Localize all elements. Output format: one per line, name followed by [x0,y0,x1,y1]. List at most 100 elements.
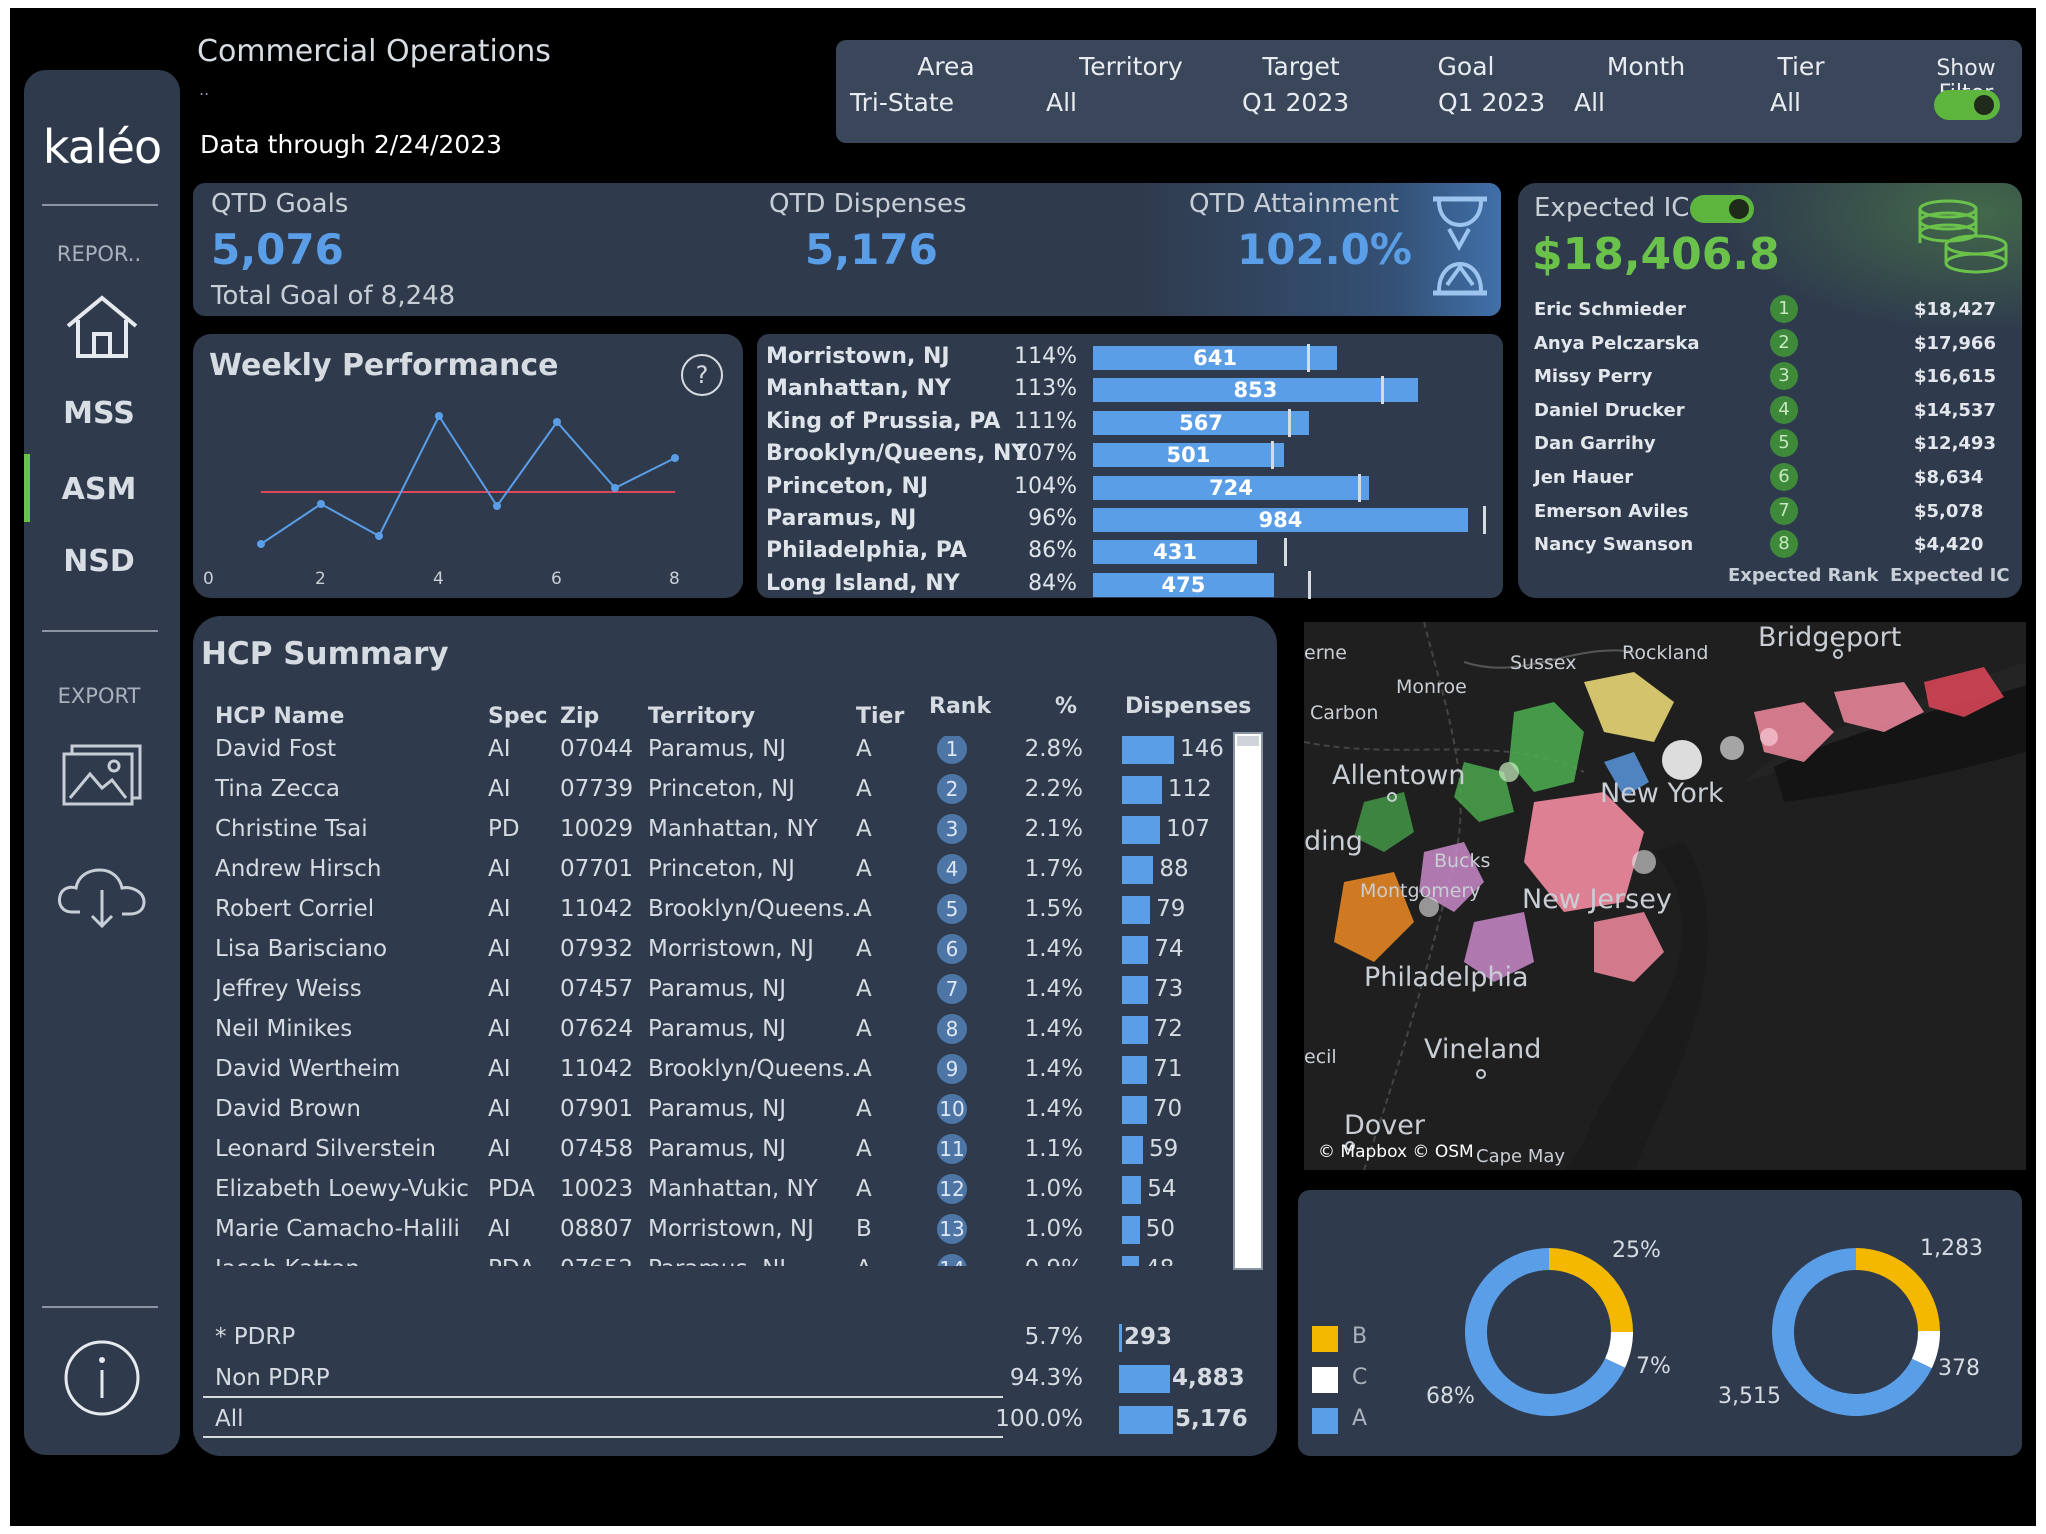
hcp-pct: 1.4% [1024,1096,1083,1122]
territory-row[interactable]: Philadelphia, PA 86% 431 [757,536,1497,568]
hcp-summary-title: HCP Summary [201,636,449,672]
col-spec[interactable]: Spec [488,704,548,729]
table-row[interactable]: Tina Zecca AI 07739 Princeton, NJ A 2 2.2% 112 [193,774,1233,816]
expected-ic-toggle[interactable] [1690,195,1754,223]
territory-row[interactable]: Brooklyn/Queens, NY 107% 501 [757,439,1497,471]
hcp-spec: AI [488,1136,511,1162]
subtitle-dots: .. [199,80,210,99]
hcp-zip: 10023 [560,1176,634,1202]
col-zip[interactable]: Zip [560,704,599,729]
x-tick-label: 0 [203,569,214,589]
data-point [375,532,383,540]
filter-month-value[interactable]: All [1574,88,1605,117]
ic-amount: $8,634 [1914,467,1984,488]
ic-row[interactable]: Emerson Aviles 7 $5,078 [1534,496,2022,529]
ic-row[interactable]: Eric Schmieder 1 $18,427 [1534,295,2022,327]
hcp-table-body: David Fost AI 07044 Paramus, NJ A 1 2.8% 146 Tin… [193,736,1233,1266]
territory-row[interactable]: Morristown, NJ 114% 641 [757,342,1497,374]
ic-amount: $5,078 [1914,500,1984,522]
show-filter-toggle[interactable] [1934,90,2000,120]
table-row[interactable]: Neil Minikes AI 07624 Paramus, NJ A 8 1.4% 72 [193,1014,1233,1056]
territory-row[interactable]: King of Prussia, PA 111% 567 [757,407,1497,439]
ic-row[interactable]: Daniel Drucker 4 $14,537 [1534,395,2022,428]
ic-row[interactable]: Missy Perry 3 $16,615 [1534,362,2022,394]
col-tier[interactable]: Tier [856,704,904,729]
image-export-icon[interactable] [60,742,144,808]
territory-bar: 501 [1093,443,1284,468]
sidebar: kaléo REPOR.. MSS ASM NSD EXPORT [24,70,180,1455]
right-donut-label-c: 378 [1938,1356,1980,1381]
hcp-dispenses: 59 [1149,1136,1179,1162]
table-row[interactable]: David Brown AI 07901 Paramus, NJ A 10 1.4% 70 [193,1094,1233,1136]
table-row[interactable]: Jeffrey Weiss AI 07457 Paramus, NJ A 7 1.4% 73 [193,974,1233,1016]
hcp-spec: AI [488,736,511,762]
territory-bar-value: 984 [1258,508,1303,532]
hcp-territory: Paramus, NJ [648,736,787,762]
filter-target-value[interactable]: Q1 2023 [1242,88,1349,117]
table-row[interactable]: Leonard Silverstein AI 07458 Paramus, NJ A 11… [193,1134,1233,1176]
hcp-territory: Brooklyn/Queens.. [648,896,859,922]
hcp-zip: 11042 [560,1056,634,1082]
summary-row[interactable]: * PDRP 5.7% 293 [193,1320,1273,1360]
table-row[interactable]: David Fost AI 07044 Paramus, NJ A 1 2.8% 146 [193,736,1233,776]
territory-map[interactable]: Bridgeport Rockland Sussex Monroe erne C… [1304,622,2026,1170]
col-rank[interactable]: Rank [929,694,991,719]
nav-item-nsd[interactable]: NSD [24,544,174,579]
col-dispenses[interactable]: Dispenses [1125,694,1251,719]
data-point [317,500,325,508]
table-row[interactable]: Andrew Hirsch AI 07701 Princeton, NJ A 4 1.7% 8… [193,854,1233,896]
cloud-download-icon[interactable] [54,860,150,930]
table-row[interactable]: Robert Corriel AI 11042 Brooklyn/Queens.. A 5… [193,894,1233,936]
tier-donut-charts [1465,1248,1940,1416]
ic-row[interactable]: Anya Pelczarska 2 $17,966 [1534,328,2022,361]
territory-row[interactable]: Manhattan, NY 113% 853 [757,374,1497,406]
map-credit[interactable]: © Mapbox © OSM [1318,1142,1474,1162]
filter-territory-value[interactable]: All [1046,88,1077,117]
ic-row[interactable]: Nancy Swanson 8 $4,420 [1534,530,2022,562]
ic-row[interactable]: Dan Garrihy 5 $12,493 [1534,429,2022,461]
hcp-spec: AI [488,776,511,802]
filter-tier-value[interactable]: All [1770,88,1801,117]
export-label: EXPORT [57,684,141,708]
table-row[interactable]: David Wertheim AI 11042 Brooklyn/Queens.. A 9… [193,1054,1233,1096]
filter-area-value[interactable]: Tri-State [850,88,954,117]
home-icon[interactable] [62,292,142,362]
ic-row[interactable]: Jen Hauer 6 $8,634 [1534,463,2022,495]
summary-row[interactable]: Non PDRP 94.3% 4,883 [193,1361,1273,1401]
territory-row[interactable]: Princeton, NJ 104% 724 [757,472,1497,504]
col-territory[interactable]: Territory [648,704,755,729]
nav-item-asm[interactable]: ASM [24,472,174,507]
col-pct[interactable]: % [1055,694,1077,719]
summary-bar [1119,1324,1123,1352]
hcp-territory: Morristown, NJ [648,936,814,962]
hcp-name: Tina Zecca [215,776,341,802]
nav-item-mss[interactable]: MSS [24,396,174,431]
col-hcp-name[interactable]: HCP Name [215,704,344,729]
hcp-spec: AI [488,1016,511,1042]
info-icon[interactable] [62,1338,142,1418]
hcp-pct: 1.4% [1024,936,1083,962]
table-row[interactable]: Lisa Barisciano AI 07932 Morristown, NJ A 6 1.… [193,934,1233,976]
data-point [435,412,443,420]
table-scrollbar[interactable] [1233,732,1263,1270]
filter-goal-value[interactable]: Q1 2023 [1438,88,1545,117]
page-title: Commercial Operations [197,34,551,69]
table-row[interactable]: Elizabeth Loewy-Vukic PDA 10023 Manhattan, … [193,1174,1233,1216]
table-row[interactable]: Jacob Kattan PDA 07652 Paramus, NJ A 14 0.9% 48 [193,1254,1233,1266]
hcp-dispense-bar [1122,1096,1147,1124]
ic-value-column-header: Expected IC [1890,565,2010,586]
territory-row[interactable]: Paramus, NJ 96% 984 [757,504,1497,536]
hcp-dispenses: 73 [1154,976,1184,1002]
table-row[interactable]: Christine Tsai PD 10029 Manhattan, NY A 3 2.1%… [193,814,1233,856]
hcp-dispense-bar [1122,896,1151,924]
hcp-territory: Paramus, NJ [648,1136,787,1162]
territory-row[interactable]: Long Island, NY 84% 475 [757,569,1497,601]
map-label: erne [1304,642,1347,664]
map-label: ding [1304,826,1363,857]
summary-pct: 94.3% [1009,1365,1083,1391]
table-row[interactable]: Marie Camacho-Halili AI 08807 Morristown, N… [193,1214,1233,1256]
right-donut [1772,1248,1940,1416]
filter-goal-label: Goal [1437,52,1495,81]
x-tick-label: 6 [551,569,562,589]
summary-value: 293 [1124,1324,1173,1350]
